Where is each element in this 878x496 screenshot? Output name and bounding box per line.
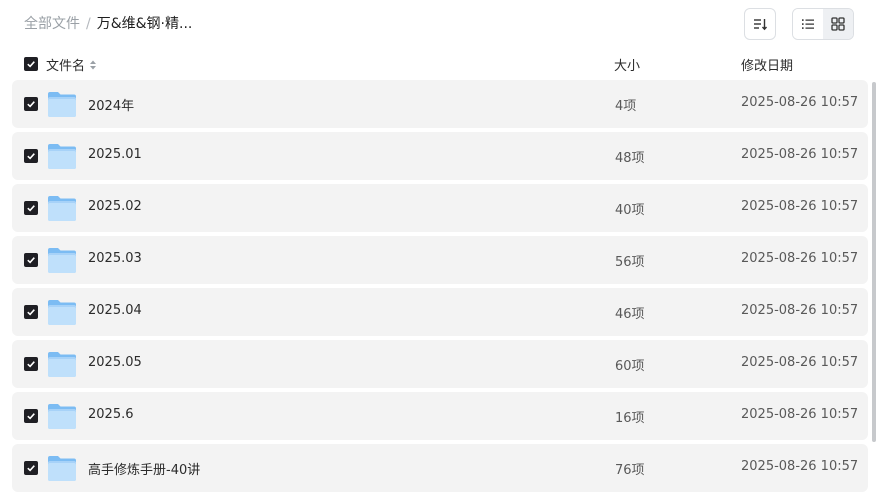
row-checkbox[interactable]	[24, 149, 38, 163]
file-name: 2025.05	[88, 355, 142, 370]
sort-button[interactable]	[744, 8, 776, 40]
grid-view-button[interactable]	[823, 9, 853, 39]
check-icon	[27, 153, 35, 160]
column-name-label: 文件名	[46, 59, 86, 74]
file-date: 2025-08-26 10:57	[741, 459, 859, 474]
column-header-date[interactable]: 修改日期	[741, 55, 793, 74]
folder-icon	[48, 144, 76, 169]
folder-icon	[48, 352, 76, 377]
row-checkbox[interactable]	[24, 253, 38, 267]
top-bar: 全部文件 / 万&维&钢·精...	[0, 0, 878, 48]
file-row[interactable]: 2025.04 46项 2025-08-26 10:57	[12, 288, 868, 336]
row-checkbox[interactable]	[24, 97, 38, 111]
file-row[interactable]: 2025.01 48项 2025-08-26 10:57	[12, 132, 868, 180]
breadcrumb-separator: /	[86, 16, 91, 32]
file-row[interactable]: 高手修炼手册-40讲 76项 2025-08-26 10:57	[12, 444, 868, 492]
check-icon	[27, 257, 35, 264]
list-view-icon	[802, 19, 814, 29]
folder-icon	[48, 92, 76, 117]
file-size: 16项	[615, 411, 645, 426]
grid-view-icon	[831, 17, 845, 31]
check-icon	[27, 61, 35, 68]
file-size: 60项	[615, 359, 645, 374]
file-name: 2025.03	[88, 251, 142, 266]
file-row[interactable]: 2025.03 56项 2025-08-26 10:57	[12, 236, 868, 284]
folder-icon	[48, 456, 76, 481]
check-icon	[27, 101, 35, 108]
check-icon	[27, 413, 35, 420]
table-header: 文件名 大小 修改日期	[0, 52, 878, 76]
file-list: 2024年 4项 2025-08-26 10:57 2025.01 48项 20…	[12, 80, 868, 496]
column-header-name[interactable]: 文件名	[46, 55, 97, 74]
folder-icon	[48, 404, 76, 429]
file-name: 2025.6	[88, 407, 134, 422]
row-checkbox[interactable]	[24, 357, 38, 371]
file-name: 2025.02	[88, 199, 142, 214]
select-all-checkbox[interactable]	[24, 57, 38, 71]
folder-icon	[48, 300, 76, 325]
row-checkbox[interactable]	[24, 201, 38, 215]
file-name: 2025.01	[88, 147, 142, 162]
check-icon	[27, 361, 35, 368]
file-date: 2025-08-26 10:57	[741, 303, 859, 318]
file-size: 40项	[615, 203, 645, 218]
folder-icon	[48, 196, 76, 221]
file-row[interactable]: 2025.02 40项 2025-08-26 10:57	[12, 184, 868, 232]
file-size: 56项	[615, 255, 645, 270]
file-row[interactable]: 2025.6 16项 2025-08-26 10:57	[12, 392, 868, 440]
file-row[interactable]: 2025.05 60项 2025-08-26 10:57	[12, 340, 868, 388]
sort-icon	[754, 19, 768, 31]
breadcrumb-root[interactable]: 全部文件	[24, 16, 80, 32]
check-icon	[27, 309, 35, 316]
file-size: 76项	[615, 463, 645, 478]
file-date: 2025-08-26 10:57	[741, 95, 859, 110]
file-date: 2025-08-26 10:57	[741, 407, 859, 422]
row-checkbox[interactable]	[24, 305, 38, 319]
file-name: 2024年	[88, 99, 135, 114]
file-name: 2025.04	[88, 303, 142, 318]
folder-icon	[48, 248, 76, 273]
view-toggle	[792, 8, 854, 40]
check-icon	[27, 465, 35, 472]
breadcrumb: 全部文件 / 万&维&钢·精...	[24, 14, 192, 34]
file-date: 2025-08-26 10:57	[741, 251, 859, 266]
file-size: 46项	[615, 307, 645, 322]
breadcrumb-current: 万&维&钢·精...	[96, 16, 193, 32]
row-checkbox[interactable]	[24, 461, 38, 475]
sort-toggle-icon	[90, 60, 97, 69]
check-icon	[27, 205, 35, 212]
file-date: 2025-08-26 10:57	[741, 199, 859, 214]
file-size: 4项	[615, 99, 637, 114]
scrollbar-thumb[interactable]	[872, 82, 876, 442]
file-name: 高手修炼手册-40讲	[88, 463, 201, 478]
file-size: 48项	[615, 151, 645, 166]
file-date: 2025-08-26 10:57	[741, 147, 859, 162]
file-row[interactable]: 2024年 4项 2025-08-26 10:57	[12, 80, 868, 128]
list-view-button[interactable]	[793, 9, 823, 39]
column-header-size[interactable]: 大小	[614, 55, 640, 74]
file-date: 2025-08-26 10:57	[741, 355, 859, 370]
row-checkbox[interactable]	[24, 409, 38, 423]
